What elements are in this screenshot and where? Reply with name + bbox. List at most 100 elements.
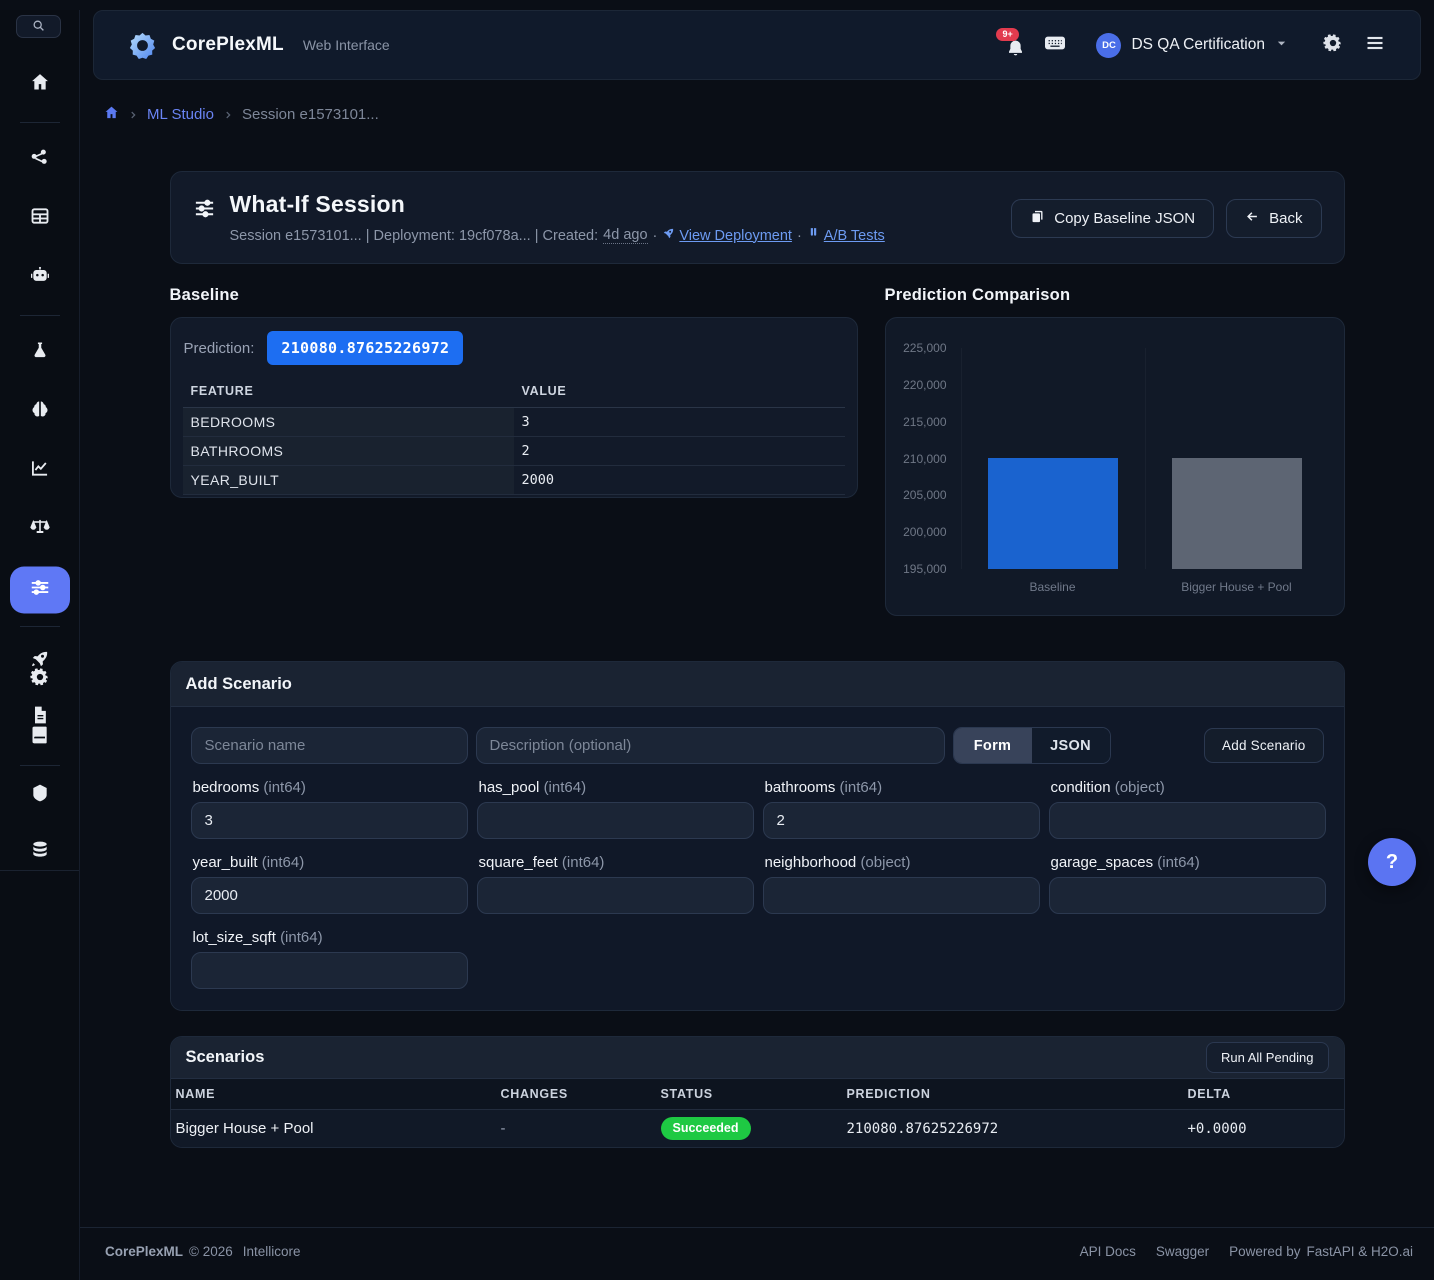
rocket-icon bbox=[662, 227, 675, 244]
bar-baseline bbox=[988, 458, 1118, 569]
add-scenario-button[interactable]: Add Scenario bbox=[1204, 728, 1323, 763]
menu-button[interactable] bbox=[1365, 33, 1385, 58]
toggle-json-button[interactable]: JSON bbox=[1032, 728, 1110, 763]
copy-icon bbox=[1030, 209, 1045, 228]
has-pool-input[interactable] bbox=[477, 802, 754, 839]
footer-copyright: © 2026 bbox=[189, 1244, 233, 1259]
sidebar-item-graph[interactable] bbox=[20, 140, 60, 180]
x-category-label: Baseline bbox=[961, 580, 1145, 594]
year-built-input[interactable] bbox=[191, 877, 468, 914]
y-tick: 210,000 bbox=[886, 452, 947, 466]
chart-slot bbox=[961, 348, 1145, 569]
help-button[interactable]: ? bbox=[1368, 838, 1416, 886]
book-icon bbox=[30, 725, 50, 750]
fastapi-h2o-link[interactable]: FastAPI & H2O.ai bbox=[1306, 1244, 1413, 1259]
account-menu[interactable]: DC DS QA Certification bbox=[1096, 33, 1287, 58]
add-scenario-heading: Add Scenario bbox=[186, 675, 292, 694]
sidebar-divider bbox=[20, 315, 60, 316]
copy-baseline-json-button[interactable]: Copy Baseline JSON bbox=[1011, 199, 1214, 238]
field-has-pool: has_pool (int64) bbox=[477, 764, 754, 839]
breadcrumb-ml-studio-link[interactable]: ML Studio bbox=[147, 106, 214, 123]
feature-value: 2000 bbox=[514, 466, 845, 495]
run-all-pending-button[interactable]: Run All Pending bbox=[1206, 1042, 1329, 1073]
field-name: bedrooms bbox=[193, 779, 260, 796]
baseline-heading: Baseline bbox=[170, 286, 858, 305]
y-tick: 205,000 bbox=[886, 488, 947, 502]
sidebar-divider bbox=[20, 626, 60, 627]
gear-icon bbox=[1323, 33, 1343, 58]
table-icon bbox=[30, 206, 50, 231]
bathrooms-input[interactable] bbox=[763, 802, 1040, 839]
sidebar-item-monitoring[interactable] bbox=[20, 450, 60, 490]
scenario-name-input[interactable] bbox=[191, 727, 468, 764]
prediction-value-badge: 210080.87625226972 bbox=[267, 331, 463, 365]
sidebar-item-home[interactable] bbox=[20, 64, 60, 104]
field-lot-size-sqft: lot_size_sqft (int64) bbox=[191, 914, 468, 989]
table-row: YEAR_BUILT 2000 bbox=[183, 466, 845, 495]
home-icon bbox=[104, 105, 119, 124]
neighborhood-input[interactable] bbox=[763, 877, 1040, 914]
field-name: condition bbox=[1051, 779, 1111, 796]
field-neighborhood: neighborhood (object) bbox=[763, 839, 1040, 914]
sidebar-divider bbox=[20, 765, 60, 766]
sidebar-item-experiments[interactable] bbox=[20, 332, 60, 372]
gear-icon bbox=[30, 667, 50, 692]
view-deployment-label: View Deployment bbox=[679, 228, 792, 244]
back-button[interactable]: Back bbox=[1226, 199, 1321, 238]
feature-name: YEAR_BUILT bbox=[183, 466, 514, 495]
footer-company-link[interactable]: Intellicore bbox=[243, 1244, 301, 1259]
y-tick: 195,000 bbox=[886, 562, 947, 576]
prediction-label: Prediction: bbox=[184, 340, 255, 357]
api-docs-link[interactable]: API Docs bbox=[1080, 1244, 1136, 1259]
sidebar-item-automl[interactable] bbox=[20, 257, 60, 297]
sidebar-item-datasets[interactable] bbox=[20, 832, 60, 872]
breadcrumb-current: Session e1573101... bbox=[242, 106, 379, 123]
sidebar-item-artifacts[interactable] bbox=[20, 775, 60, 815]
condition-input[interactable] bbox=[1049, 802, 1326, 839]
column-header-value: VALUE bbox=[514, 380, 845, 408]
search-button[interactable] bbox=[16, 15, 61, 38]
keyboard-shortcuts-button[interactable] bbox=[1044, 32, 1066, 59]
settings-button[interactable] bbox=[1323, 33, 1343, 58]
feature-value: 3 bbox=[514, 408, 845, 437]
scenario-delta: +0.0000 bbox=[1188, 1121, 1339, 1137]
garage-spaces-input[interactable] bbox=[1049, 877, 1326, 914]
field-condition: condition (object) bbox=[1049, 764, 1326, 839]
square-feet-input[interactable] bbox=[477, 877, 754, 914]
feature-name: BEDROOMS bbox=[183, 408, 514, 437]
field-name: year_built bbox=[193, 854, 258, 871]
sidebar-item-guide[interactable] bbox=[25, 725, 55, 749]
bedrooms-input[interactable] bbox=[191, 802, 468, 839]
view-deployment-link[interactable]: View Deployment bbox=[662, 227, 792, 244]
ab-tests-link[interactable]: A/B Tests bbox=[807, 227, 885, 244]
scenario-changes: - bbox=[501, 1120, 661, 1137]
avatar: DC bbox=[1096, 33, 1121, 58]
sidebar-item-settings[interactable] bbox=[25, 667, 55, 691]
sidebar-item-models[interactable] bbox=[20, 391, 60, 431]
table-row: Bigger House + Pool - Succeeded 210080.8… bbox=[171, 1109, 1344, 1147]
notifications-button[interactable]: 9+ bbox=[1003, 30, 1029, 60]
table-row: BATHROOMS 2 bbox=[183, 437, 845, 466]
column-header-prediction: PREDICTION bbox=[847, 1087, 1188, 1101]
scenario-description-input[interactable] bbox=[476, 727, 945, 764]
chart-plot-area bbox=[961, 348, 1329, 569]
field-type: (int64) bbox=[1157, 854, 1200, 871]
session-meta-text: Session e1573101... | Deployment: 19cf07… bbox=[230, 228, 599, 244]
scenario-prediction: 210080.87625226972 bbox=[847, 1121, 1188, 1137]
toggle-form-button[interactable]: Form bbox=[954, 728, 1032, 763]
y-tick: 225,000 bbox=[886, 341, 947, 355]
sidebar-item-tables[interactable] bbox=[20, 198, 60, 238]
chart-slot bbox=[1145, 348, 1329, 569]
chevron-right-icon bbox=[128, 110, 138, 120]
ab-tests-label: A/B Tests bbox=[824, 228, 885, 244]
feature-name: BATHROOMS bbox=[183, 437, 514, 466]
sidebar-divider bbox=[20, 122, 60, 123]
sidebar-item-whatif-active[interactable] bbox=[10, 567, 70, 614]
lot-size-sqft-input[interactable] bbox=[191, 952, 468, 989]
graph-icon bbox=[30, 148, 50, 173]
breadcrumb-home-link[interactable] bbox=[104, 105, 119, 124]
field-type: (int64) bbox=[562, 854, 605, 871]
field-type: (object) bbox=[860, 854, 910, 871]
sidebar-item-compare[interactable] bbox=[20, 509, 60, 549]
swagger-link[interactable]: Swagger bbox=[1156, 1244, 1209, 1259]
